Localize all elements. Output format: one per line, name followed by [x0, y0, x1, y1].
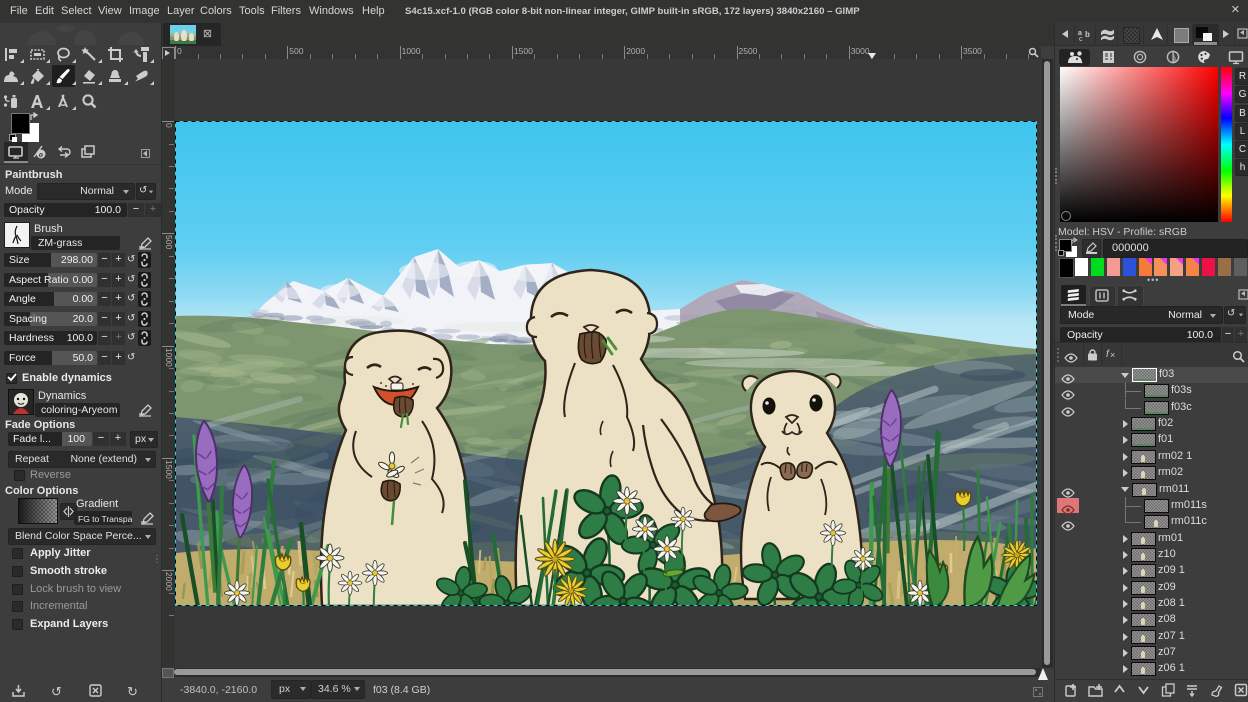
- svg-text:b: b: [1085, 30, 1090, 39]
- svg-text:o: o: [39, 150, 43, 159]
- svg-text:c: c: [1079, 36, 1083, 42]
